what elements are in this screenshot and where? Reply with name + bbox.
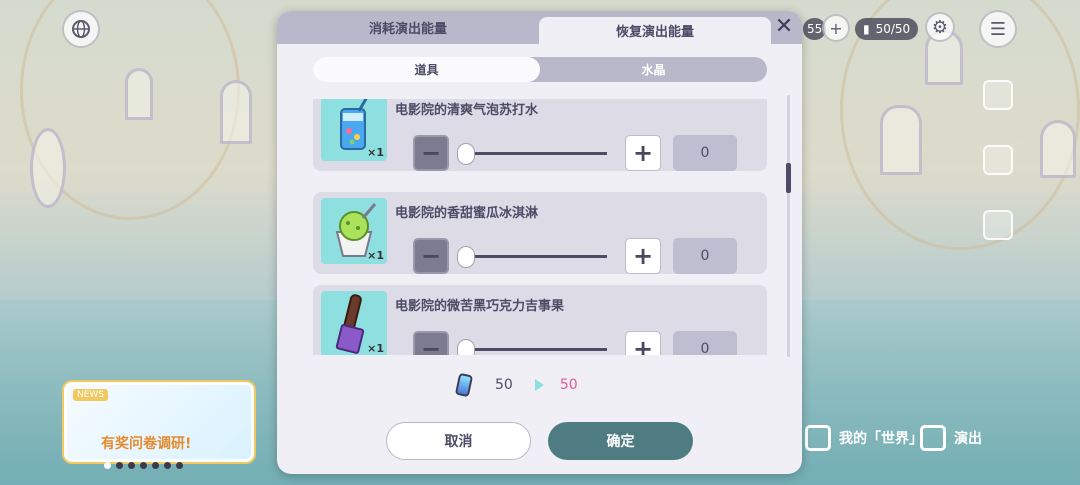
item-quantity: ×1 [367,249,384,262]
tab-crystals[interactable]: 水晶 [540,57,767,82]
dialog-tab-bar: 消耗演出能量 恢复演出能量 ✕ [277,11,802,44]
list-item: ×1 电影院的香甜蜜瓜冰淇淋 − + 0 [313,192,767,274]
music-note-icon [920,425,946,451]
fragment-count: 55 [807,22,823,36]
amount-field[interactable]: 0 [673,238,737,274]
amount-slider-handle[interactable] [457,143,475,165]
item-name: 电影院的清爽气泡苏打水 [395,103,539,118]
item-quantity: ×1 [367,342,384,355]
recover-energy-dialog: 消耗演出能量 恢复演出能量 ✕ 道具 水晶 ×1 电影院的清爽气泡苏打水 − + [277,11,802,474]
amount-field[interactable]: 0 [673,331,737,355]
banner-dot[interactable] [164,462,171,469]
banner-dot[interactable] [176,462,183,469]
event-banner-headline: 有奖问卷调研! [101,436,192,452]
friends-icon[interactable] [983,210,1013,240]
sub-tab-bar: 道具 水晶 [313,57,767,82]
item-name: 电影院的香甜蜜瓜冰淇淋 [395,206,539,221]
nav-live-label: 演出 [954,431,982,447]
menu-icon[interactable]: ☰ [979,10,1017,48]
increase-button[interactable]: + [625,331,661,355]
cancel-button[interactable]: 取消 [386,422,531,460]
amount-slider-handle[interactable] [457,339,475,355]
banner-pagination [104,462,183,469]
energy-current: 50 [495,377,513,393]
amount-slider-track[interactable] [465,152,607,155]
item-name: 电影院的微苦黑巧克力吉事果 [395,299,565,314]
banner-dot[interactable] [128,462,135,469]
gift-icon[interactable] [983,80,1013,110]
crystal-counter: ▮ 50/50 [855,18,919,40]
arrow-right-icon [534,379,544,391]
amount-field[interactable]: 0 [673,135,737,171]
soda-icon: ×1 [321,99,387,161]
item-quantity: ×1 [367,146,384,159]
crystal-icon: ▮ [863,22,870,36]
increase-button[interactable]: + [625,238,661,274]
churro-icon: ×1 [321,291,387,355]
crystal-count: 50/50 [875,22,911,36]
icecream-icon: ×1 [321,198,387,264]
decrease-button[interactable]: − [413,135,449,171]
house-icon [805,425,831,451]
list-item: ×1 电影院的微苦黑巧克力吉事果 − + 0 [313,285,767,355]
amount-slider-track[interactable] [465,348,607,351]
amount-slider-track[interactable] [465,255,607,258]
nav-my-world[interactable]: 我的「世界」 [805,418,923,458]
close-icon[interactable]: ✕ [772,15,796,39]
decrease-button[interactable]: − [413,331,449,355]
tab-consume-energy[interactable]: 消耗演出能量 [277,11,539,44]
energy-preview: 50 50 [454,372,578,398]
globe-icon[interactable] [62,10,100,48]
list-scrollbar[interactable] [786,95,791,357]
decrease-button[interactable]: − [413,238,449,274]
energy-drink-icon [454,372,474,398]
amount-slider-handle[interactable] [457,246,475,268]
tab-recover-energy[interactable]: 恢复演出能量 [539,17,771,44]
gear-icon[interactable]: ⚙ [925,12,955,42]
confirm-button[interactable]: 确定 [548,422,693,460]
increase-button[interactable]: + [625,135,661,171]
energy-after: 50 [559,377,578,393]
event-banner-tag: NEWS [73,389,109,401]
banner-dot[interactable] [116,462,123,469]
nav-live[interactable]: 演出 [920,418,982,458]
item-list: ×1 电影院的清爽气泡苏打水 − + 0 ×1 电影院的香甜蜜瓜冰淇淋 − + … [313,99,767,355]
banner-dot[interactable] [152,462,159,469]
list-item: ×1 电影院的清爽气泡苏打水 − + 0 [313,99,767,171]
add-currency-button[interactable]: + [822,14,850,42]
nav-my-world-label: 我的「世界」 [839,431,923,447]
mission-list-icon[interactable] [983,145,1013,175]
event-banner[interactable]: NEWS 有奖问卷调研! [64,382,254,462]
banner-dot[interactable] [104,462,111,469]
scrollbar-thumb[interactable] [786,163,791,193]
tab-items[interactable]: 道具 [313,57,540,82]
banner-dot[interactable] [140,462,147,469]
